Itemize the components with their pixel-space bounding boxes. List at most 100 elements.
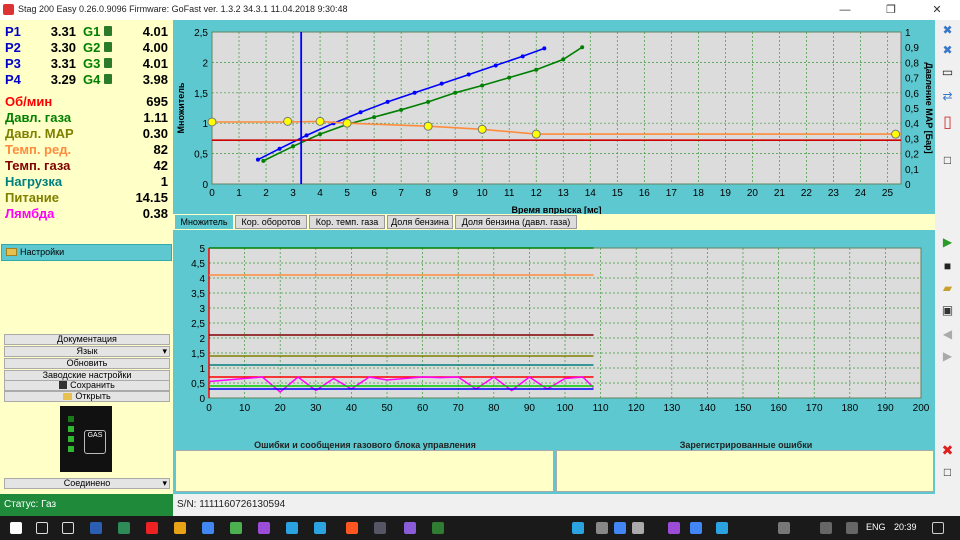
clock[interactable]: 20:39 xyxy=(894,522,917,532)
digit-display-icon: ▯ xyxy=(943,114,952,131)
step-back-icon[interactable]: ◀ xyxy=(938,326,957,343)
data-point xyxy=(493,63,498,68)
tab-gas-temp-correction[interactable]: Кор. темп. газа xyxy=(309,215,385,229)
opera-icon[interactable] xyxy=(146,522,158,534)
viber-icon[interactable] xyxy=(404,522,416,534)
word-icon[interactable] xyxy=(90,522,102,534)
x-tick-label: 10 xyxy=(477,188,489,199)
app-icon[interactable] xyxy=(346,522,358,534)
save-button[interactable]: Сохранить xyxy=(4,380,170,391)
data-point xyxy=(304,133,309,138)
floppy-icon[interactable]: ▣ xyxy=(938,302,957,319)
gas-controller-icon: GAS xyxy=(60,406,112,472)
oscilloscope-chart[interactable]: 0 10 20 30 40 50 60 70 80 90 100 110 120 130 140 150 160… xyxy=(175,232,935,432)
taskbar: ENG 20:39 xyxy=(0,516,960,540)
control-point[interactable] xyxy=(283,116,293,126)
tray-hp-icon[interactable] xyxy=(690,522,702,534)
square-icon[interactable]: □ xyxy=(938,464,957,481)
y-tick-label: 5 xyxy=(199,244,205,255)
tray-icon[interactable] xyxy=(596,522,608,534)
stop-icon[interactable]: ■ xyxy=(938,258,957,275)
open-button[interactable]: Открыть xyxy=(4,391,170,402)
x-tick-label: 160 xyxy=(770,403,787,414)
step-forward-icon[interactable]: ▶ xyxy=(938,348,957,365)
parameter-value: 695 xyxy=(146,94,168,109)
clear-errors-icon[interactable]: ✖ xyxy=(938,442,957,459)
control-point[interactable] xyxy=(315,116,325,126)
y-tick-label: 0 xyxy=(199,394,205,405)
parameter-value: 1 xyxy=(160,174,168,189)
arrows-icon[interactable]: ⇄ xyxy=(938,88,957,105)
x-tick-label: 21 xyxy=(774,188,786,199)
viber-icon[interactable] xyxy=(258,522,270,534)
x-tick-label: 30 xyxy=(310,403,322,414)
documentation-button[interactable]: Документация xyxy=(4,334,170,345)
injector-icon xyxy=(104,26,112,36)
chrome-icon[interactable] xyxy=(202,522,214,534)
control-point[interactable] xyxy=(531,129,541,139)
update-button[interactable]: Обновить xyxy=(4,358,170,369)
y2-tick-label: 0,6 xyxy=(905,89,919,100)
control-point[interactable] xyxy=(891,129,901,139)
injector-g-label: G2 xyxy=(83,40,101,55)
tray-telegram-icon[interactable] xyxy=(572,522,584,534)
close-button[interactable]: ✕ xyxy=(914,0,960,20)
bluetooth-icon[interactable] xyxy=(778,522,790,534)
disconnect-icon[interactable]: ✖ xyxy=(938,22,957,39)
y-tick-label: 2 xyxy=(202,58,208,69)
control-point[interactable] xyxy=(207,117,217,127)
tray-icon[interactable] xyxy=(632,522,644,534)
battery-icon[interactable] xyxy=(820,522,832,534)
x-tick-label: 0 xyxy=(206,403,212,414)
x-tick-label: 40 xyxy=(346,403,358,414)
parameter-value: 0.38 xyxy=(142,206,168,221)
folder-icon[interactable]: ▰ xyxy=(938,280,957,297)
injector-p-label: P1 xyxy=(5,24,21,39)
settings-header[interactable]: Настройки xyxy=(1,244,172,261)
plot-area xyxy=(211,31,902,185)
parameter-label: Давл. газа xyxy=(5,110,72,125)
left-panel: P1 3.31 G1 4.01 P2 3.30 G2 4.00 P3 3.31 G3 4.01 P4 3.… xyxy=(0,20,173,494)
minimize-button[interactable]: — xyxy=(822,0,868,20)
telegram-icon[interactable] xyxy=(286,522,298,534)
notifications-icon[interactable] xyxy=(932,522,944,534)
parameter-value: 14.15 xyxy=(135,190,168,205)
app-icon[interactable] xyxy=(118,522,130,534)
stag-app-icon[interactable] xyxy=(432,522,444,534)
language-indicator[interactable]: ENG xyxy=(866,522,886,532)
x-axis-label: Время впрыска [мс] xyxy=(512,205,602,214)
volume-icon[interactable] xyxy=(846,522,858,534)
x-tick-label: 150 xyxy=(735,403,752,414)
connection-status-select[interactable]: Соединено ▾ xyxy=(4,478,170,489)
x-tick-label: 1 xyxy=(236,188,242,199)
telegram-icon[interactable] xyxy=(314,522,326,534)
control-point[interactable] xyxy=(423,121,433,131)
x-tick-label: 110 xyxy=(593,403,609,414)
language-select[interactable]: Язык ▾ xyxy=(4,346,170,357)
app-icon[interactable] xyxy=(374,522,386,534)
play-icon[interactable]: ▶ xyxy=(938,234,957,251)
tab-rpm-correction[interactable]: Кор. оборотов xyxy=(235,215,307,229)
x-tick-label: 2 xyxy=(263,188,269,199)
windows-start-icon[interactable] xyxy=(10,522,22,534)
square-icon[interactable]: □ xyxy=(938,152,957,169)
tray-telegram-icon[interactable] xyxy=(716,522,728,534)
tab-petrol-share[interactable]: Доля бензина xyxy=(387,215,453,229)
y-tick-label: 2 xyxy=(199,334,205,345)
control-point[interactable] xyxy=(342,118,352,128)
tray-viber-icon[interactable] xyxy=(668,522,680,534)
tab-petrol-share-gas-pressure[interactable]: Доля бензина (давл. газа) xyxy=(455,215,577,229)
x-tick-label: 7 xyxy=(398,188,404,199)
search-icon[interactable] xyxy=(36,522,48,534)
explorer-icon[interactable] xyxy=(174,522,186,534)
tab-multiplier[interactable]: Множитель xyxy=(175,215,233,229)
control-point[interactable] xyxy=(477,124,487,134)
restore-button[interactable]: ❐ xyxy=(868,0,914,20)
multiplier-chart[interactable]: 0 1 2 3 4 5 6 7 8 9 10 11 12 13 14 15 16 17 18 19 20 21 22 23 24… xyxy=(175,22,935,214)
app-icon[interactable] xyxy=(230,522,242,534)
close-tool-icon[interactable]: ✖ xyxy=(938,42,957,59)
window-frame-icon[interactable]: ▭ xyxy=(938,64,957,81)
injector-g-value: 4.00 xyxy=(142,40,168,55)
task-view-icon[interactable] xyxy=(62,522,74,534)
tray-chrome-icon[interactable] xyxy=(614,522,626,534)
